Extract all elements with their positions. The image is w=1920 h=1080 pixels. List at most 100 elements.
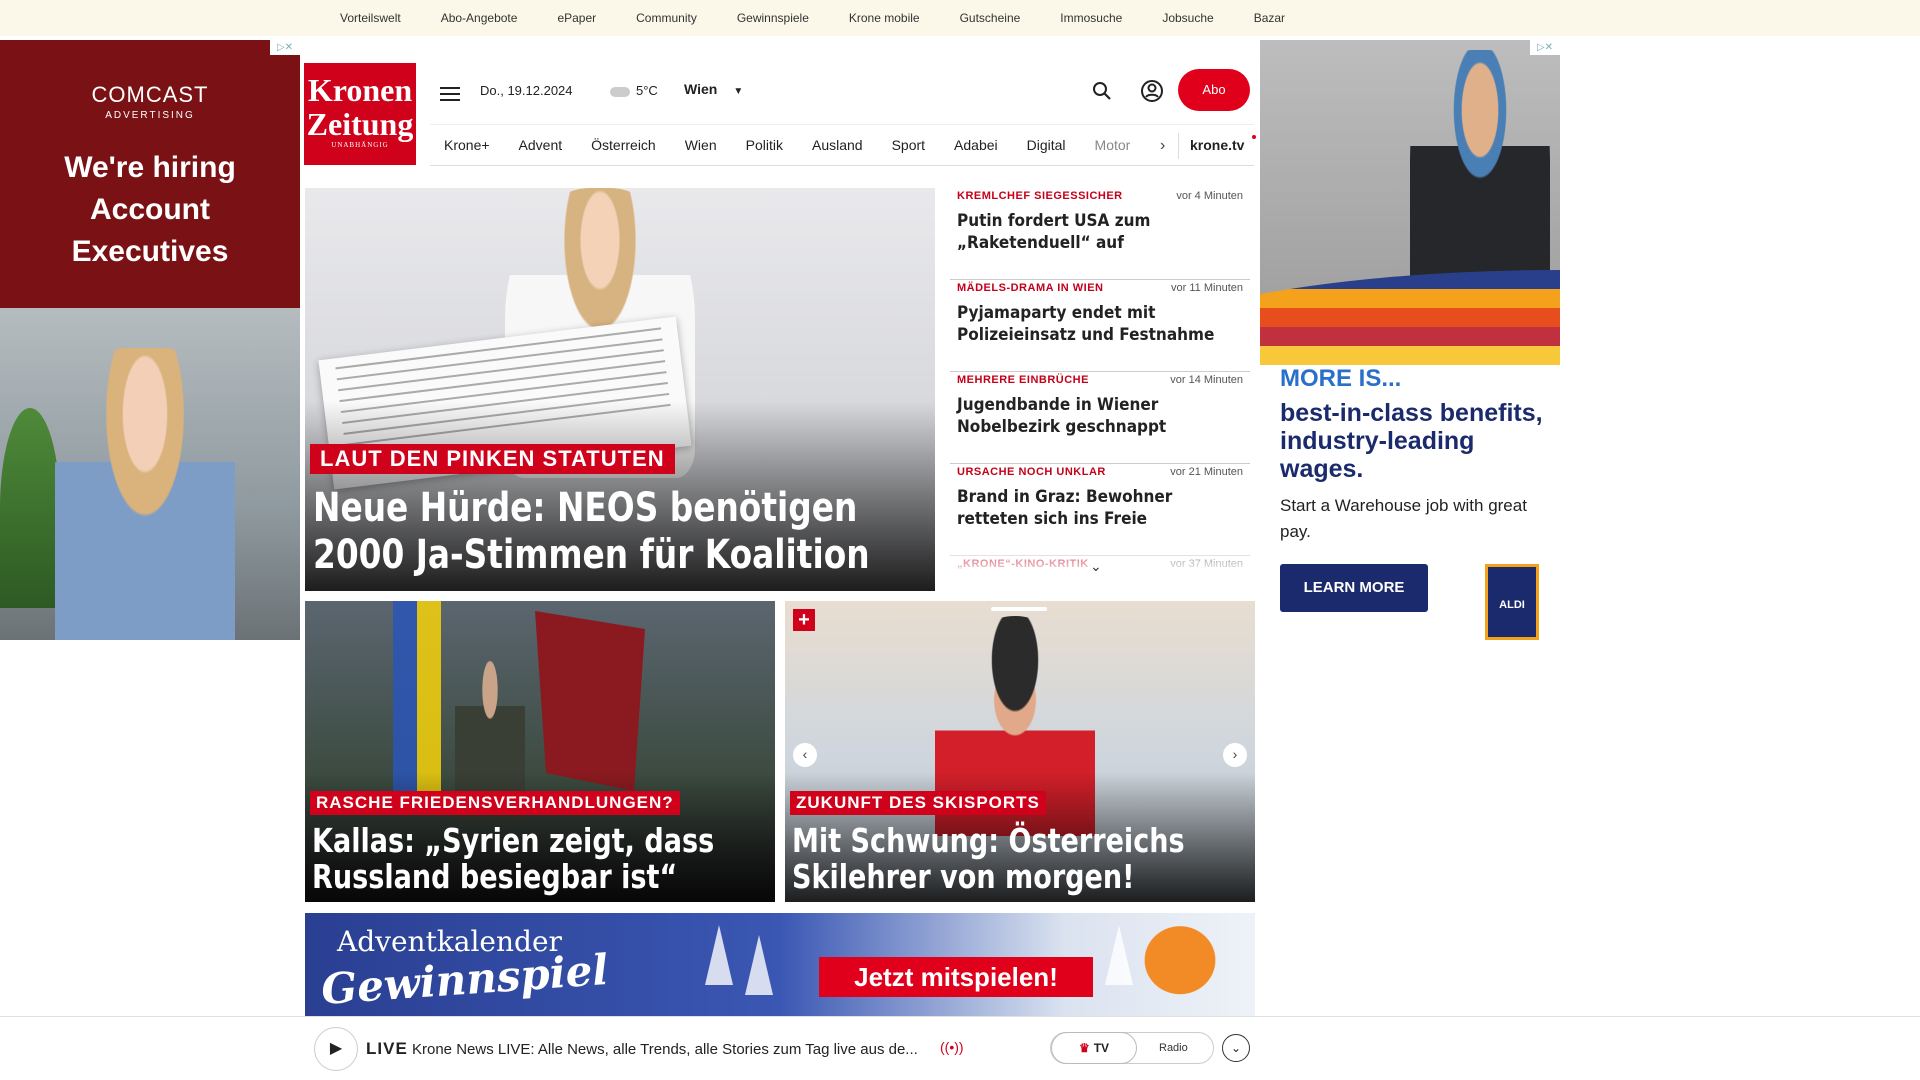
abo-button[interactable]: Abo <box>1178 69 1250 111</box>
person-image <box>55 348 235 640</box>
ad-headline: We're hiring Account Executives <box>0 147 300 273</box>
ad-best: best-in-class benefits, industry-leading… <box>1280 399 1543 483</box>
nav-item-sport[interactable]: Sport <box>892 137 925 153</box>
live-dot-icon <box>1252 135 1256 139</box>
card-title[interactable]: Mit Schwung: Österreichs Skilehrer von m… <box>792 823 1251 895</box>
ad-stripes <box>1260 270 1560 365</box>
nav-krone-tv[interactable]: krone.tv <box>1190 137 1244 153</box>
fox-mascot-icon <box>1135 917 1235 1013</box>
hero-article[interactable]: LAUT DEN PINKEN STATUTEN Neue Hürde: NEO… <box>305 188 935 591</box>
utility-link[interactable]: Community <box>636 11 697 25</box>
news-title[interactable]: Brand in Graz: Bewohner retteten sich in… <box>957 486 1236 530</box>
ad-brand: COMCAST <box>91 82 209 107</box>
banner-image <box>535 611 645 791</box>
news-list-item[interactable]: MEHRERE EINBRÜCHE vor 14 Minuten Jugendban… <box>950 372 1250 464</box>
ad-right-text: MORE IS... best-in-class benefits, indus… <box>1280 365 1550 545</box>
city-label: Wien <box>684 81 718 97</box>
utility-link[interactable]: Bazar <box>1254 11 1285 25</box>
aldi-logo: ALDI <box>1485 564 1539 640</box>
news-title[interactable]: Jugendbande in Wiener Nobelbezirk geschn… <box>957 394 1236 438</box>
ad-close-icon[interactable]: ▷✕ <box>1530 40 1560 55</box>
tv-radio-toggle[interactable]: ♛ TV Radio <box>1050 1032 1214 1064</box>
utility-link[interactable]: Jobsuche <box>1162 11 1213 25</box>
nav-item-adabei[interactable]: Adabei <box>954 137 998 153</box>
cloud-icon <box>610 86 630 97</box>
news-list-item[interactable]: KREMLCHEF SIEGESSICHER vor 4 Minuten Putin… <box>950 188 1250 280</box>
utility-link[interactable]: ePaper <box>557 11 596 25</box>
utility-link[interactable]: Gewinnspiele <box>737 11 809 25</box>
nav-item-ausland[interactable]: Ausland <box>812 137 863 153</box>
radio-option[interactable]: Radio <box>1159 1033 1188 1063</box>
utility-link[interactable]: Krone mobile <box>849 11 920 25</box>
krone-plus-icon: + <box>793 609 815 631</box>
kronen-zeitung-logo[interactable]: Kronen Zeitung UNABHÄNGIG <box>304 63 416 165</box>
utility-link[interactable]: Abo-Angebote <box>441 11 518 25</box>
play-icon[interactable]: ▶ <box>314 1027 358 1071</box>
carousel-indicator <box>991 607 1047 611</box>
expand-chevron-icon[interactable]: ⌄ <box>1222 1034 1250 1062</box>
live-player-bar: ▶ LIVE Krone News LIVE: Alle News, alle … <box>0 1016 1920 1080</box>
card-kicker: ZUKUNFT DES SKISPORTS <box>790 791 1046 815</box>
carousel-next-icon[interactable]: › <box>1223 743 1247 767</box>
top-utility-bar: Vorteilswelt Abo-Angebote ePaper Community G… <box>0 0 1920 36</box>
carousel-prev-icon[interactable]: ‹ <box>793 743 817 767</box>
utility-link[interactable]: Immosuche <box>1060 11 1122 25</box>
ukraine-flag-image <box>393 601 441 791</box>
nav-item-digital[interactable]: Digital <box>1027 137 1066 153</box>
nav-item-motor[interactable]: Motor <box>1095 137 1131 153</box>
nav-item-österreich[interactable]: Österreich <box>591 137 656 153</box>
article-card-skilehrer[interactable]: + ‹ › ZUKUNFT DES SKISPORTS Mit Schwung:… <box>785 601 1255 902</box>
nav-item-advent[interactable]: Advent <box>519 137 563 153</box>
crown-icon: ♛ <box>1078 1041 1090 1055</box>
city-selector[interactable]: Wien ▼ <box>684 81 743 97</box>
ad-close-icon[interactable]: ▷✕ <box>270 40 300 55</box>
card-title[interactable]: Kallas: „Syrien zeigt, dass Russland bes… <box>312 823 771 895</box>
news-rows: KREMLCHEF SIEGESSICHER vor 4 Minuten Putin… <box>950 188 1250 578</box>
utility-link[interactable]: Vorteilswelt <box>340 11 401 25</box>
tree-icon <box>745 935 773 995</box>
tree-icon <box>1105 925 1133 985</box>
utility-link[interactable]: Gutscheine <box>960 11 1021 25</box>
weather-widget[interactable]: 5°C <box>610 83 658 98</box>
current-date: Do., 19.12.2024 <box>480 83 573 98</box>
tv-option-label: TV <box>1093 1041 1110 1055</box>
search-icon[interactable] <box>1092 81 1112 101</box>
news-time: vor 21 Minuten <box>1170 466 1243 478</box>
ad-more: MORE IS... <box>1280 365 1402 392</box>
advent-banner[interactable]: Adventkalender Gewinnspiel Jetzt mitspie… <box>305 913 1255 1017</box>
nav-item-krone[interactable]: Krone+ <box>444 137 490 153</box>
news-time: vor 14 Minuten <box>1170 374 1243 386</box>
nav-item-politik[interactable]: Politik <box>746 137 783 153</box>
caret-down-icon: ▼ <box>733 86 744 97</box>
logo-line-3: UNABHÄNGIG <box>331 141 389 149</box>
hero-title[interactable]: Neue Hürde: NEOS benötigen 2000 Ja-Stimm… <box>313 485 903 579</box>
news-list-item[interactable]: MÄDELS-DRAMA IN WIEN vor 11 Minuten Pyjama… <box>950 280 1250 372</box>
tv-option[interactable]: ♛ TV <box>1051 1032 1137 1064</box>
user-account-icon[interactable] <box>1140 79 1164 103</box>
card-kicker: RASCHE FRIEDENSVERHANDLUNGEN? <box>310 791 680 815</box>
latest-news-list: KREMLCHEF SIEGESSICHER vor 4 Minuten Putin… <box>950 188 1250 578</box>
nav-items: Krone+ Advent Österreich Wien Politik Ausland… <box>430 137 1159 153</box>
news-title[interactable]: Putin fordert USA zum „Raketenduell“ auf <box>957 210 1236 254</box>
ad-headline-line-3: Executives <box>71 235 229 268</box>
learn-more-button[interactable]: LEARN MORE <box>1280 564 1428 612</box>
ad-right-aldi[interactable]: ▷✕ MORE IS... best-in-class benefits, in… <box>1260 40 1560 640</box>
ad-left-text-area: COMCAST ADVERTISING We're hiring Account… <box>0 40 300 308</box>
main-navigation: Krone+ Advent Österreich Wien Politik Ausland… <box>430 124 1256 166</box>
chevron-right-icon[interactable]: › <box>1160 137 1165 155</box>
broadcast-icon: ((•)) <box>940 1039 964 1055</box>
chevron-down-icon[interactable]: ⌄ <box>1090 558 1102 575</box>
hero-kicker: LAUT DEN PINKEN STATUTEN <box>310 444 675 474</box>
news-title[interactable]: Pyjamaparty endet mit Polizeieinsatz und… <box>957 302 1236 346</box>
jetzt-mitspielen-button[interactable]: Jetzt mitspielen! <box>819 957 1093 997</box>
temperature: 5°C <box>636 83 658 98</box>
article-card-kallas[interactable]: RASCHE FRIEDENSVERHANDLUNGEN? Kallas: „S… <box>305 601 775 902</box>
hamburger-menu-icon[interactable] <box>440 87 460 103</box>
live-text[interactable]: Krone News LIVE: Alle News, alle Trends,… <box>412 1041 918 1058</box>
nav-item-wien[interactable]: Wien <box>685 137 717 153</box>
utility-links: Vorteilswelt Abo-Angebote ePaper Community G… <box>340 0 1325 36</box>
logo-line-2: Zeitung <box>306 106 414 142</box>
ad-left-comcast[interactable]: ▷✕ COMCAST ADVERTISING We're hiring Acco… <box>0 40 300 640</box>
ad-right-photo <box>1260 40 1560 365</box>
ad-brand-sub: ADVERTISING <box>105 110 195 121</box>
